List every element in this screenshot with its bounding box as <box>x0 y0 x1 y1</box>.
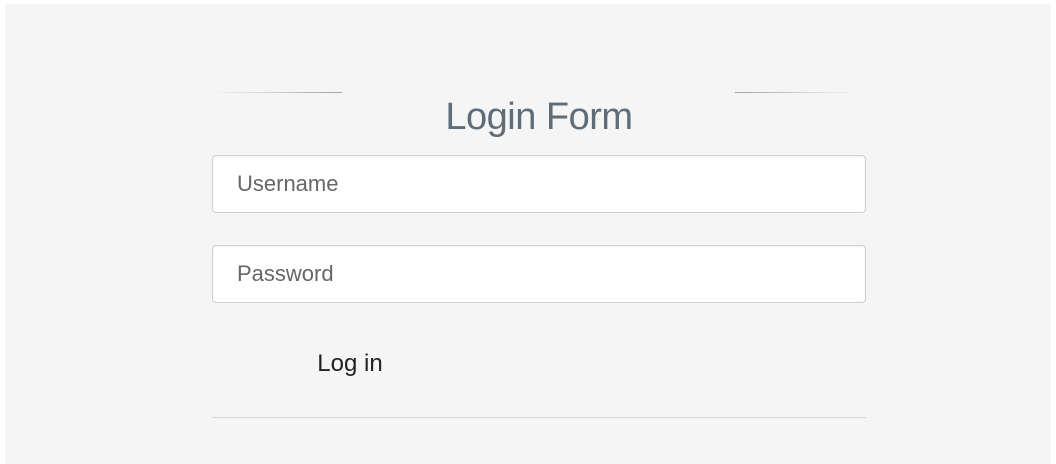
username-input[interactable] <box>212 155 866 213</box>
login-button[interactable]: Log in <box>290 340 410 388</box>
password-input[interactable] <box>212 245 866 303</box>
page-background <box>5 4 1051 464</box>
form-title: Login Form <box>445 96 633 139</box>
form-divider <box>212 417 866 418</box>
title-decoration-right <box>735 92 857 93</box>
title-decoration-left <box>212 92 342 93</box>
